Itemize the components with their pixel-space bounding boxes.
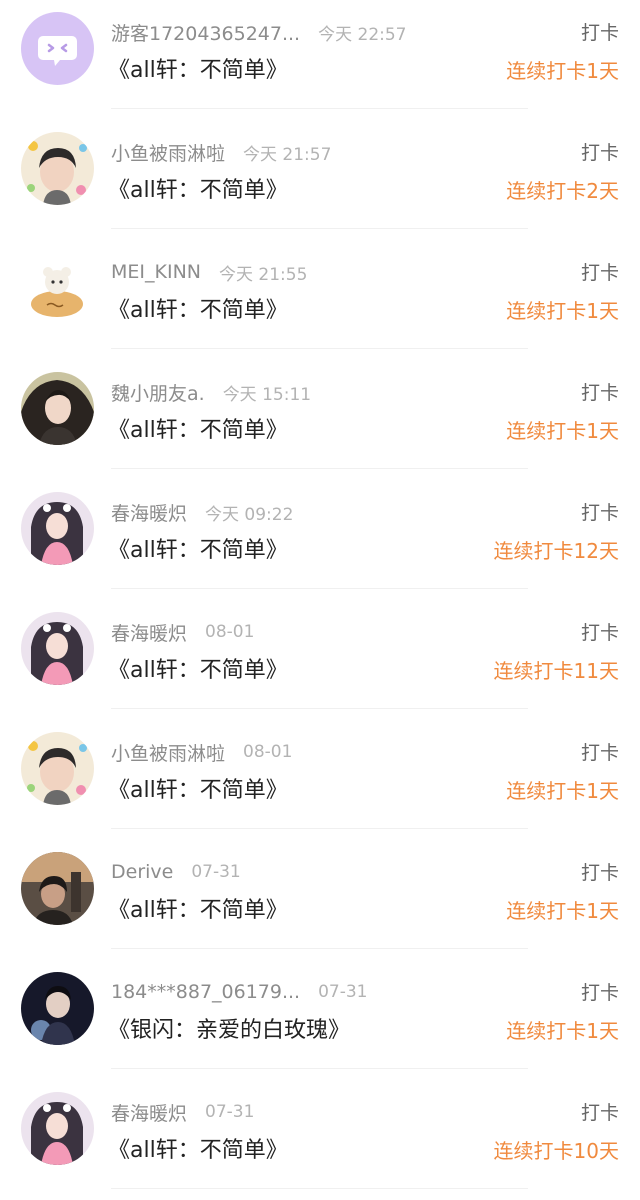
book-title[interactable]: 《all轩：不简单》	[108, 892, 288, 924]
user-avatar[interactable]	[21, 252, 94, 325]
book-title[interactable]: 《all轩：不简单》	[108, 1132, 288, 1164]
streak-text: 连续打卡11天	[493, 659, 619, 683]
checkin-time: 今天 22:57	[318, 24, 407, 45]
book-title[interactable]: 《银闪：亲爱的白玫瑰》	[108, 1012, 350, 1044]
username[interactable]: 春海暖炽	[111, 499, 187, 526]
list-item[interactable]: 魏小朋友a. 今天 15:11 《all轩：不简单》 打卡 连续打卡1天	[0, 360, 640, 480]
list-item[interactable]: 春海暖炽 07-31 《all轩：不简单》 打卡 连续打卡10天	[0, 1080, 640, 1200]
streak-text: 连续打卡1天	[506, 419, 619, 443]
list-item[interactable]: 游客17204365247... 今天 22:57 《all轩：不简单》 打卡 …	[0, 0, 640, 120]
checkin-label: 打卡	[580, 22, 619, 44]
checkin-time: 今天 21:55	[219, 264, 308, 285]
checkin-label: 打卡	[580, 862, 619, 884]
checkin-label: 打卡	[580, 622, 619, 644]
username[interactable]: 游客17204365247...	[111, 19, 300, 46]
checkin-time: 今天 15:11	[222, 384, 312, 405]
checkin-label: 打卡	[580, 382, 619, 404]
book-title[interactable]: 《all轩：不简单》	[108, 532, 288, 564]
book-title[interactable]: 《all轩：不简单》	[108, 652, 288, 684]
username[interactable]: 魏小朋友a.	[111, 379, 205, 406]
checkin-label: 打卡	[580, 502, 619, 524]
checkin-time: 08-01	[243, 742, 293, 762]
user-avatar[interactable]	[21, 132, 94, 205]
list-item[interactable]: 春海暖炽 08-01 《all轩：不简单》 打卡 连续打卡11天	[0, 600, 640, 720]
user-avatar[interactable]	[21, 612, 94, 685]
checkin-time: 07-31	[318, 982, 368, 1002]
checkin-label: 打卡	[580, 142, 619, 164]
divider	[111, 948, 528, 949]
divider	[111, 1068, 528, 1069]
list-item[interactable]: 小鱼被雨淋啦 今天 21:57 《all轩：不简单》 打卡 连续打卡2天	[0, 120, 640, 240]
checkin-time: 今天 21:57	[243, 144, 332, 165]
user-avatar[interactable]	[21, 732, 94, 805]
checkin-record-list: 游客17204365247... 今天 22:57 《all轩：不简单》 打卡 …	[0, 0, 640, 1190]
divider	[111, 468, 528, 469]
user-avatar[interactable]	[21, 372, 94, 445]
username[interactable]: Derive	[111, 861, 173, 883]
streak-text: 连续打卡10天	[493, 1139, 619, 1163]
checkin-label: 打卡	[580, 1102, 619, 1124]
username[interactable]: 小鱼被雨淋啦	[111, 739, 225, 766]
streak-text: 连续打卡1天	[506, 299, 619, 323]
checkin-label: 打卡	[580, 742, 619, 764]
list-item[interactable]: 小鱼被雨淋啦 08-01 《all轩：不简单》 打卡 连续打卡1天	[0, 720, 640, 840]
list-item[interactable]: Derive 07-31 《all轩：不简单》 打卡 连续打卡1天	[0, 840, 640, 960]
streak-text: 连续打卡1天	[506, 899, 619, 923]
user-avatar[interactable]	[21, 852, 94, 925]
book-title[interactable]: 《all轩：不简单》	[108, 172, 288, 204]
username[interactable]: MEI_KINN	[111, 261, 201, 283]
divider	[111, 588, 528, 589]
username[interactable]: 184***887_06179...	[111, 981, 300, 1003]
checkin-time: 07-31	[191, 862, 241, 882]
divider	[111, 108, 528, 109]
book-title[interactable]: 《all轩：不简单》	[108, 412, 288, 444]
username[interactable]: 春海暖炽	[111, 619, 187, 646]
default-avatar-icon[interactable]	[21, 12, 94, 85]
streak-text: 连续打卡1天	[506, 779, 619, 803]
divider	[111, 708, 528, 709]
checkin-time: 08-01	[205, 622, 255, 642]
divider	[111, 1188, 528, 1189]
username[interactable]: 春海暖炽	[111, 1099, 187, 1126]
streak-text: 连续打卡1天	[506, 59, 619, 83]
user-avatar[interactable]	[21, 972, 94, 1045]
username[interactable]: 小鱼被雨淋啦	[111, 139, 225, 166]
user-avatar[interactable]	[21, 1092, 94, 1165]
list-item[interactable]: 184***887_06179... 07-31 《银闪：亲爱的白玫瑰》 打卡 …	[0, 960, 640, 1080]
user-avatar[interactable]	[21, 492, 94, 565]
list-item[interactable]: MEI_KINN 今天 21:55 《all轩：不简单》 打卡 连续打卡1天	[0, 240, 640, 360]
checkin-time: 今天 09:22	[205, 504, 294, 525]
streak-text: 连续打卡1天	[506, 1019, 619, 1043]
checkin-label: 打卡	[580, 262, 619, 284]
divider	[111, 228, 528, 229]
streak-text: 连续打卡2天	[506, 179, 619, 203]
book-title[interactable]: 《all轩：不简单》	[108, 52, 288, 84]
checkin-label: 打卡	[580, 982, 619, 1004]
divider	[111, 348, 528, 349]
book-title[interactable]: 《all轩：不简单》	[108, 772, 288, 804]
list-item[interactable]: 春海暖炽 今天 09:22 《all轩：不简单》 打卡 连续打卡12天	[0, 480, 640, 600]
divider	[111, 828, 528, 829]
checkin-time: 07-31	[205, 1102, 255, 1122]
book-title[interactable]: 《all轩：不简单》	[108, 292, 288, 324]
streak-text: 连续打卡12天	[493, 539, 619, 563]
